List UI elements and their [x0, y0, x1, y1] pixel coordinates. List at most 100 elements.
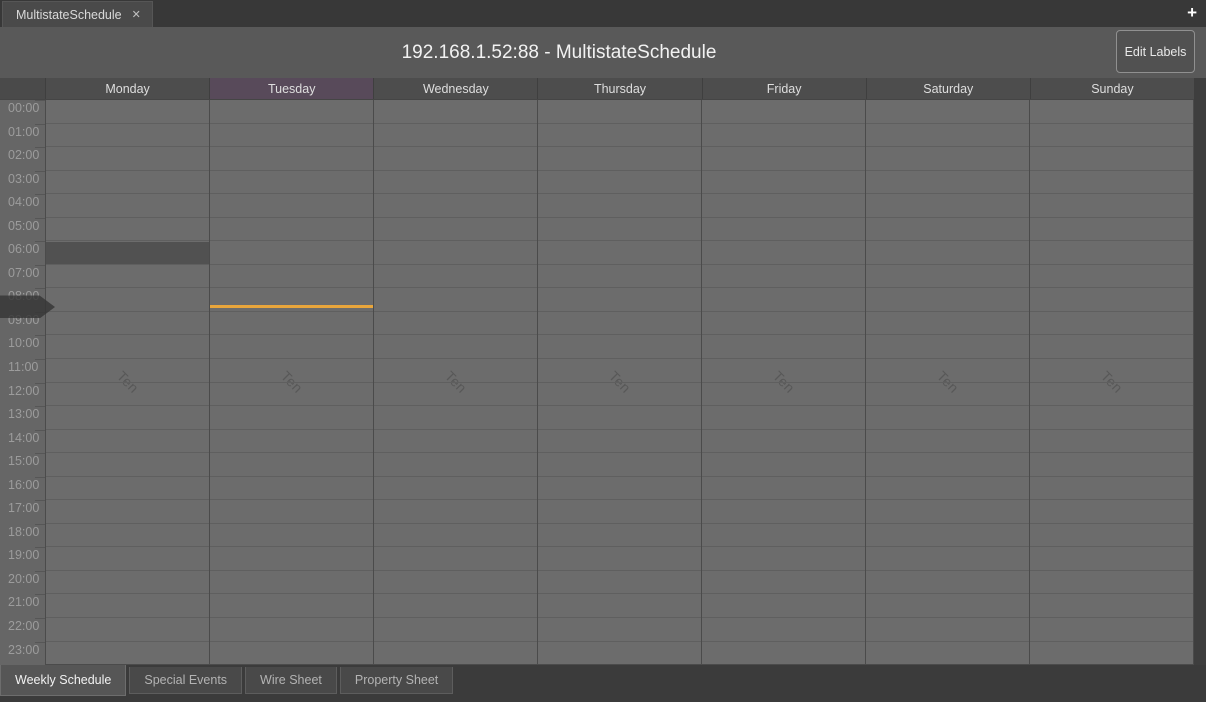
schedule-cell[interactable]: [538, 287, 701, 311]
schedule-cell[interactable]: [210, 429, 373, 453]
schedule-cell[interactable]: [46, 193, 209, 217]
schedule-cell[interactable]: [866, 452, 1029, 476]
schedule-cell[interactable]: [1030, 193, 1193, 217]
schedule-cell[interactable]: [374, 146, 537, 170]
schedule-cell[interactable]: [702, 523, 865, 547]
schedule-cell[interactable]: [866, 146, 1029, 170]
schedule-cell[interactable]: [210, 546, 373, 570]
tab-property-sheet[interactable]: Property Sheet: [340, 667, 453, 694]
schedule-cell[interactable]: [1030, 146, 1193, 170]
schedule-cell[interactable]: [702, 570, 865, 594]
schedule-cell[interactable]: [538, 334, 701, 358]
schedule-cell[interactable]: [702, 499, 865, 523]
schedule-cell[interactable]: [1030, 123, 1193, 147]
schedule-cell[interactable]: [46, 429, 209, 453]
schedule-cell[interactable]: [702, 146, 865, 170]
schedule-cell[interactable]: [702, 358, 865, 382]
schedule-cell[interactable]: [538, 311, 701, 335]
schedule-cell[interactable]: [702, 452, 865, 476]
schedule-cell[interactable]: [866, 405, 1029, 429]
schedule-cell[interactable]: [866, 499, 1029, 523]
schedule-cell[interactable]: [374, 593, 537, 617]
schedule-cell[interactable]: [538, 146, 701, 170]
schedule-cell[interactable]: [702, 382, 865, 406]
schedule-cell[interactable]: [538, 382, 701, 406]
schedule-cell[interactable]: [538, 429, 701, 453]
schedule-cell[interactable]: [210, 476, 373, 500]
schedule-cell[interactable]: [866, 334, 1029, 358]
schedule-cell[interactable]: [374, 382, 537, 406]
schedule-cell[interactable]: [210, 405, 373, 429]
schedule-cell[interactable]: [210, 170, 373, 194]
schedule-cell[interactable]: [1030, 499, 1193, 523]
schedule-cell[interactable]: [1030, 641, 1193, 665]
schedule-cell[interactable]: [538, 240, 701, 264]
schedule-cell[interactable]: [46, 217, 209, 241]
schedule-cell[interactable]: [866, 593, 1029, 617]
schedule-cell[interactable]: [46, 100, 209, 123]
schedule-cell[interactable]: [210, 523, 373, 547]
tab-special-events[interactable]: Special Events: [129, 667, 242, 694]
schedule-cell[interactable]: [1030, 523, 1193, 547]
schedule-cell[interactable]: [866, 358, 1029, 382]
day-column-sunday[interactable]: Ten: [1029, 100, 1194, 664]
schedule-cell[interactable]: [1030, 240, 1193, 264]
schedule-cell[interactable]: [538, 523, 701, 547]
schedule-cell[interactable]: [1030, 476, 1193, 500]
day-column-thursday[interactable]: Ten: [537, 100, 701, 664]
schedule-cell[interactable]: [374, 334, 537, 358]
schedule-cell[interactable]: [46, 476, 209, 500]
day-column-monday[interactable]: Ten: [45, 100, 209, 664]
tab-weekly-schedule[interactable]: Weekly Schedule: [0, 665, 126, 696]
edit-labels-button[interactable]: Edit Labels: [1116, 30, 1195, 73]
schedule-cell[interactable]: [46, 287, 209, 311]
schedule-cell[interactable]: [46, 452, 209, 476]
schedule-cell[interactable]: [866, 570, 1029, 594]
schedule-cell[interactable]: [702, 217, 865, 241]
schedule-cell[interactable]: [46, 499, 209, 523]
schedule-cell[interactable]: [210, 311, 373, 335]
schedule-cell[interactable]: [374, 499, 537, 523]
schedule-cell[interactable]: [374, 617, 537, 641]
view-tab-multistateschedule[interactable]: MultistateSchedule ✕: [2, 1, 153, 27]
close-tab-icon[interactable]: ✕: [132, 8, 141, 21]
schedule-cell[interactable]: [702, 311, 865, 335]
schedule-cell[interactable]: [538, 264, 701, 288]
schedule-cell[interactable]: [210, 617, 373, 641]
schedule-cell[interactable]: [374, 476, 537, 500]
schedule-cell[interactable]: [1030, 264, 1193, 288]
schedule-cell[interactable]: [374, 546, 537, 570]
day-header-friday[interactable]: Friday: [702, 78, 866, 99]
day-header-monday[interactable]: Monday: [45, 78, 209, 99]
schedule-cell[interactable]: [866, 546, 1029, 570]
schedule-cell[interactable]: [46, 382, 209, 406]
schedule-cell[interactable]: [538, 123, 701, 147]
schedule-cell[interactable]: [1030, 546, 1193, 570]
schedule-cell[interactable]: [538, 476, 701, 500]
schedule-cell[interactable]: [702, 334, 865, 358]
schedule-cell[interactable]: [1030, 334, 1193, 358]
schedule-cell[interactable]: [1030, 593, 1193, 617]
schedule-cell[interactable]: [1030, 217, 1193, 241]
schedule-cell[interactable]: [46, 617, 209, 641]
schedule-cell[interactable]: [702, 593, 865, 617]
schedule-cell[interactable]: [210, 217, 373, 241]
schedule-cell[interactable]: [46, 264, 209, 288]
schedule-cell[interactable]: [374, 358, 537, 382]
schedule-cell[interactable]: [374, 405, 537, 429]
schedule-cell[interactable]: [538, 405, 701, 429]
schedule-cell[interactable]: [374, 264, 537, 288]
schedule-cell[interactable]: [866, 217, 1029, 241]
schedule-cell[interactable]: [866, 170, 1029, 194]
schedule-cell[interactable]: [210, 193, 373, 217]
schedule-cell[interactable]: [374, 523, 537, 547]
day-column-wednesday[interactable]: Ten: [373, 100, 537, 664]
schedule-cell[interactable]: [210, 264, 373, 288]
schedule-cell[interactable]: [46, 358, 209, 382]
day-column-friday[interactable]: Ten: [701, 100, 865, 664]
schedule-cell[interactable]: [538, 546, 701, 570]
schedule-cell[interactable]: [866, 240, 1029, 264]
schedule-cell[interactable]: [210, 570, 373, 594]
schedule-cell[interactable]: [538, 217, 701, 241]
schedule-cell[interactable]: [46, 170, 209, 194]
